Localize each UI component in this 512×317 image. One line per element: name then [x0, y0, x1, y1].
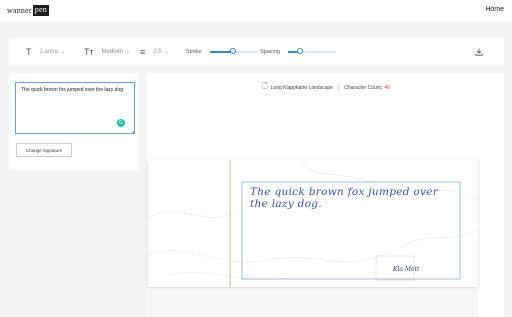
card-background-pattern	[148, 160, 478, 287]
line-spacing-icon: ≡	[140, 46, 146, 57]
resize-handle-icon[interactable]: ◢	[131, 129, 135, 135]
logo[interactable]: wanner pen	[7, 5, 49, 16]
toolbar: T 1 anna ⌄ Tт Medium ⌄ ≡ 2.5 ⌄ Stroke Sp…	[9, 38, 504, 65]
stroke-control: Stroke	[186, 38, 258, 65]
logo-text: wanner	[7, 6, 32, 15]
change-signature-button[interactable]: Change Signature	[16, 143, 72, 157]
size-value: Medium	[101, 48, 123, 55]
font-value: 1 anna	[39, 48, 58, 55]
separator: |	[337, 84, 340, 91]
stroke-slider-knob[interactable]	[229, 48, 236, 54]
spacing-control: Spacing	[260, 38, 336, 65]
download-icon	[475, 48, 483, 56]
grammarly-icon[interactable]: G	[117, 119, 125, 127]
document-icon: 🗋	[262, 83, 268, 90]
text-size-icon: Tт	[84, 46, 94, 57]
spacing-slider[interactable]	[287, 48, 336, 54]
preview-footer-space	[148, 290, 478, 317]
paper-name: Long Klappkarte Landscape	[270, 84, 333, 91]
chevron-down-icon: ⌄	[164, 48, 169, 55]
home-link[interactable]: Home	[485, 6, 504, 13]
chevron-down-icon: ⌄	[60, 48, 66, 55]
character-count-value: 46	[384, 84, 390, 91]
character-count-label: Character Count:	[344, 84, 383, 91]
line-spacing-value: 2.5	[153, 48, 162, 55]
spacing-label: Spacing	[260, 48, 280, 55]
size-select[interactable]: Tт Medium ⌄	[84, 38, 130, 65]
font-icon: T	[26, 46, 32, 57]
card-preview	[148, 160, 478, 287]
download-button[interactable]	[475, 38, 483, 65]
font-select[interactable]: T 1 anna ⌄	[26, 38, 65, 65]
line-spacing-select[interactable]: ≡ 2.5 ⌄	[140, 38, 169, 65]
stroke-slider[interactable]	[209, 48, 258, 54]
top-bar: wanner pen Home	[0, 0, 512, 22]
spacing-slider-knob[interactable]	[296, 48, 303, 54]
paper-info: 🗋 Long Klappkarte Landscape | Character …	[262, 82, 390, 93]
logo-box: pen	[32, 5, 49, 16]
handwritten-message: The quick brown fox jumped over the lazy…	[250, 186, 439, 210]
message-textarea[interactable]: The quick brown fox jumped over the lazy…	[15, 82, 135, 134]
stroke-label: Stroke	[186, 48, 202, 55]
handwritten-signature: Kla Mett	[393, 266, 420, 273]
chevron-down-icon: ⌄	[125, 48, 131, 55]
